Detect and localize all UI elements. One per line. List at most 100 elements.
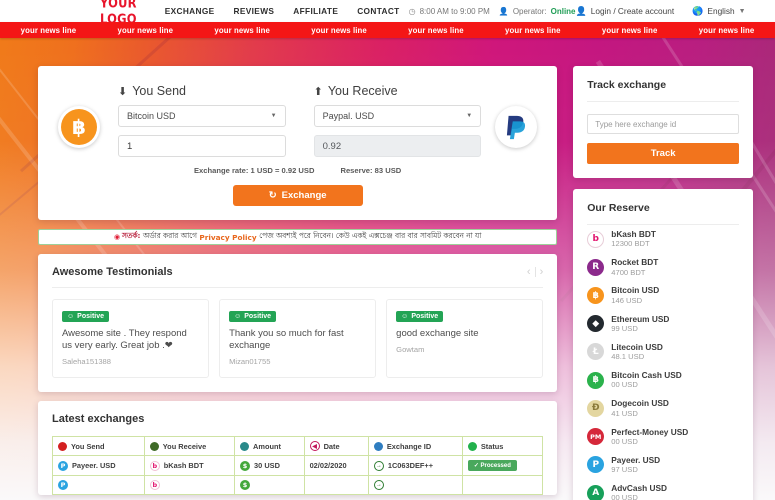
red-circle-icon [58, 442, 67, 451]
column-you-receive: You Receive [144, 437, 234, 456]
reserve-item-name: Dogecoin USD [611, 398, 669, 408]
cell-status: ✓ Processed [462, 456, 542, 476]
send-currency-select[interactable]: Bitcoin USD ▼ [118, 105, 286, 127]
status-badge: ☺ Positive [62, 311, 109, 322]
news-ticker[interactable]: your news line your news line your news … [0, 22, 775, 38]
column-exchange-id: Exchange ID [368, 437, 462, 456]
ticker-item: your news line [194, 26, 291, 35]
receive-currency-select[interactable]: Paypal. USD ▼ [314, 105, 482, 127]
litecoin-icon: Ł [587, 343, 604, 360]
testimonial-author: Mizan01755 [229, 357, 366, 366]
ticker-item: your news line [388, 26, 485, 35]
latest-exchanges-table: You Send You Receive Amount ◀ Date [52, 436, 543, 495]
testimonials-title: Awesome Testimonials [52, 266, 173, 278]
next-arrow-icon[interactable]: › [540, 266, 544, 278]
reserve-item-name: Perfect-Money USD [611, 427, 688, 437]
login-link[interactable]: 👤 Login / Create account [576, 6, 675, 17]
operator-label: Operator: [513, 7, 547, 16]
testimonials-header: Awesome Testimonials ‹ › [52, 266, 543, 288]
teal-circle-icon [240, 442, 249, 451]
column-label: Status [481, 442, 504, 451]
reserve-item-amount: 146 USD [611, 296, 659, 306]
dollar-icon: $ [240, 461, 250, 471]
receive-label-row: ⬆ You Receive [314, 84, 482, 98]
exchange-widget: ฿ ⬇ You Send Bitcoin USD ▼ 1 [38, 66, 557, 220]
reserve-item: AAdvCash USD00 USD [587, 479, 739, 500]
hours-text: 8:00 AM to 9:00 PM [420, 7, 490, 16]
reserve-item-text: bKash BDT12300 BDT [611, 229, 656, 249]
column-label: Date [324, 442, 340, 451]
badge-label: Positive [411, 313, 438, 320]
send-amount-input[interactable]: 1 [118, 135, 286, 157]
bkash-icon: b [587, 231, 604, 248]
exchange-button[interactable]: ↻ Exchange [233, 185, 363, 206]
notice-mid2: পেজ অবশ্যই পরে নিবেন। কেউ একই এক্সচেঞ্জ … [259, 231, 481, 243]
rocket-icon: R [587, 259, 604, 276]
cell-you-receive: b [144, 476, 234, 495]
header-right: 👤 Login / Create account 🌎 English ▼ [576, 6, 746, 17]
nav-item-affiliate[interactable]: AFFILIATE [293, 6, 338, 16]
exchange-button-label: Exchange [282, 190, 327, 201]
track-button[interactable]: Track [587, 143, 739, 164]
sidebar: Track exchange Type here exchange id Tra… [573, 66, 753, 500]
reserve-item-amount: 41 USD [611, 409, 669, 419]
send-amount-value: 1 [127, 141, 132, 152]
exchange-rate-text: Exchange rate: 1 USD = 0.92 USD [194, 166, 315, 175]
exchange-row: ฿ ⬇ You Send Bitcoin USD ▼ 1 [58, 84, 537, 157]
alert-icon: ◉ [114, 233, 120, 241]
reserve-item-amount: 4700 BDT [611, 268, 658, 278]
reserve-item: Ł Litecoin USD48.1 USD [587, 338, 739, 366]
reserve-item-amount: 48.1 USD [611, 352, 663, 362]
reserve-item-name: Payeer. USD [611, 455, 660, 465]
reserve-list: bbKash BDT12300 BDTRRocket BDT4700 BDT฿B… [587, 225, 739, 500]
cell-text: 1C063DEF++ [388, 461, 433, 470]
paypal-icon [498, 109, 534, 145]
receive-currency-value: Paypal. USD [323, 111, 375, 121]
reserve-item-amount: 00 USD [611, 437, 688, 447]
cell-you-receive: b bKash BDT [144, 456, 234, 476]
paypal-glyph [504, 114, 528, 140]
testimonial-card: ☺ Positive Thank you so much for fast ex… [219, 299, 376, 378]
payeer-icon: P [587, 456, 604, 473]
reserve-item-name: Litecoin USD [611, 342, 663, 352]
operator-status: Online [551, 7, 576, 16]
column-amount: Amount [235, 437, 305, 456]
receive-field-group: ⬆ You Receive Paypal. USD ▼ 0.92 [300, 84, 496, 157]
notice-mid1: অর্ডার করার আগে [143, 231, 197, 243]
testimonial-card: ☺ Positive good exchange site Gowtam [386, 299, 543, 378]
person-icon: 👤 [499, 7, 509, 16]
track-id-input[interactable]: Type here exchange id [587, 114, 739, 134]
testimonial-author: Saleha151388 [62, 357, 199, 366]
our-reserve-title: Our Reserve [587, 202, 739, 225]
testimonial-text: Awesome site . They respond us very earl… [62, 328, 199, 352]
send-field-group: ⬇ You Send Bitcoin USD ▼ 1 [100, 84, 300, 157]
reserve-item-name: AdvCash USD [611, 483, 667, 493]
testimonial-text: good exchange site [396, 328, 533, 340]
main-column: ฿ ⬇ You Send Bitcoin USD ▼ 1 [38, 66, 557, 500]
reserve-item: PPayeer. USD97 USD [587, 451, 739, 479]
prev-arrow-icon[interactable]: ‹ [527, 266, 531, 278]
nav-item-exchange[interactable]: EXCHANGE [165, 6, 215, 16]
testimonials-arrows: ‹ › [527, 266, 543, 278]
nav-item-reviews[interactable]: REVIEWS [234, 6, 275, 16]
bitcoin-icon: ฿ [61, 109, 97, 145]
reserve-item-text: Bitcoin Cash USD00 USD [611, 370, 682, 390]
globe-icon: 🌎 [692, 6, 703, 17]
user-icon: 👤 [576, 6, 587, 17]
cell-date: 02/02/2020 [304, 456, 368, 476]
testimonials-section: Awesome Testimonials ‹ › ☺ Positive Awes… [38, 254, 557, 392]
privacy-policy-link[interactable]: Privacy Policy [199, 233, 256, 242]
payeer-icon: P [58, 480, 68, 490]
exchange-rate-row: Exchange rate: 1 USD = 0.92 USD Reserve:… [58, 166, 537, 175]
testimonial-author: Gowtam [396, 345, 533, 354]
reserve-item: ÐDogecoin USD41 USD [587, 394, 739, 422]
receive-label: You Receive [328, 84, 398, 98]
nav-item-contact[interactable]: CONTACT [357, 6, 399, 16]
testimonials-grid: ☺ Positive Awesome site . They respond u… [52, 299, 543, 378]
ticker-item: your news line [291, 26, 388, 35]
status-badge: ☺ Positive [229, 311, 276, 322]
table-row: P b $ → [53, 476, 543, 495]
column-label: Exchange ID [387, 442, 431, 451]
bkash-icon: b [150, 461, 160, 471]
language-selector[interactable]: 🌎 English ▼ [692, 6, 745, 17]
